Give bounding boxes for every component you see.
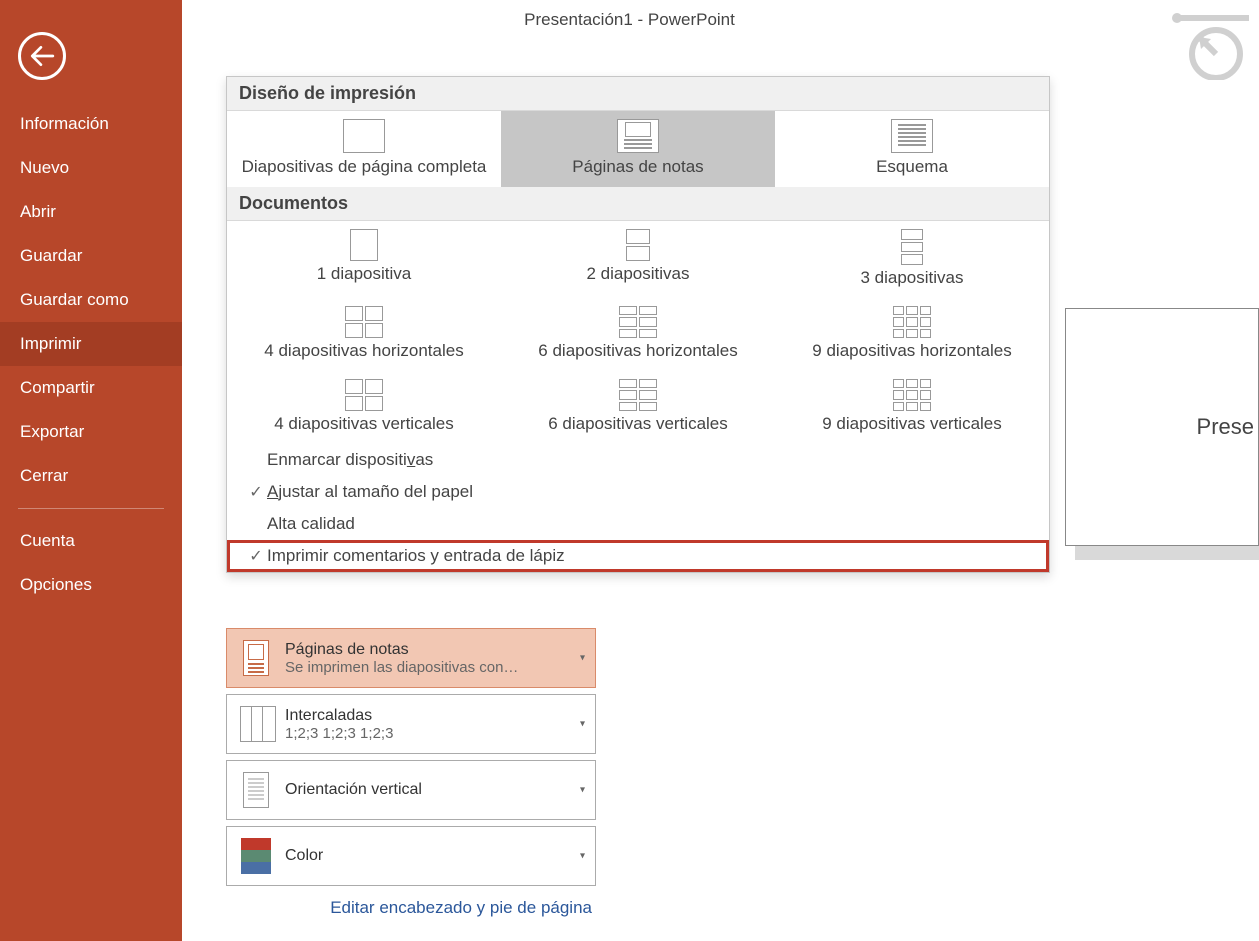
handout-6v-icon <box>619 379 657 411</box>
nav-separator <box>18 508 164 509</box>
check-icon: ✓ <box>245 546 267 566</box>
opt-label: Imprimir comentarios y entrada de lápiz <box>267 546 565 566</box>
layout-outline[interactable]: Esquema <box>775 111 1049 187</box>
setting-color-dropdown[interactable]: Color ▾ <box>226 826 596 886</box>
print-preview-page: Prese <box>1065 308 1259 546</box>
layout-notes-pages[interactable]: Páginas de notas <box>501 111 775 187</box>
nav-exportar[interactable]: Exportar <box>0 410 182 454</box>
section-handouts: Documentos <box>227 187 1049 221</box>
handout-6v[interactable]: 6 diapositivas verticales <box>501 371 775 444</box>
opt-frame-slides[interactable]: Enmarcar dispositivas <box>227 444 1049 476</box>
setting-title: Color <box>285 847 585 865</box>
nav-compartir[interactable]: Compartir <box>0 366 182 410</box>
nav-opciones[interactable]: Opciones <box>0 563 182 607</box>
handout-4h[interactable]: 4 diapositivas horizontales <box>227 298 501 371</box>
handout-label: 1 diapositiva <box>227 264 501 284</box>
nav-abrir[interactable]: Abrir <box>0 190 182 234</box>
back-button[interactable] <box>18 32 66 80</box>
chevron-down-icon: ▾ <box>580 785 585 796</box>
backstage-sidebar: Información Nuevo Abrir Guardar Guardar … <box>0 0 182 941</box>
layout-label: Páginas de notas <box>501 157 775 177</box>
nav-nuevo[interactable]: Nuevo <box>0 146 182 190</box>
app-title: Presentación1 - PowerPoint <box>0 10 1259 30</box>
handout-4v[interactable]: 4 diapositivas verticales <box>227 371 501 444</box>
handout-2-icon <box>626 229 650 261</box>
handout-3-icon <box>901 229 923 265</box>
chevron-down-icon: ▾ <box>580 653 585 664</box>
outline-icon <box>891 119 933 153</box>
print-settings-column: Páginas de notasSe imprimen las diaposit… <box>226 628 596 918</box>
handout-9h[interactable]: 9 diapositivas horizontales <box>775 298 1049 371</box>
help-pointer-icon <box>1171 6 1251 80</box>
chevron-down-icon: ▾ <box>580 851 585 862</box>
layout-label: Esquema <box>775 157 1049 177</box>
handout-1-icon <box>350 229 378 261</box>
opt-high-quality[interactable]: Alta calidad <box>227 508 1049 540</box>
nav-informacion[interactable]: Información <box>0 102 182 146</box>
opt-print-comments-ink[interactable]: ✓ Imprimir comentarios y entrada de lápi… <box>227 540 1049 572</box>
notes-page-icon <box>243 640 269 676</box>
handout-label: 6 diapositivas horizontales <box>501 341 775 361</box>
handout-label: 3 diapositivas <box>775 268 1049 288</box>
check-icon: ✓ <box>245 482 267 502</box>
section-print-layout: Diseño de impresión <box>227 77 1049 111</box>
handout-label: 9 diapositivas verticales <box>775 414 1049 434</box>
nav-imprimir[interactable]: Imprimir <box>0 322 182 366</box>
nav-cerrar[interactable]: Cerrar <box>0 454 182 498</box>
edit-header-footer-link[interactable]: Editar encabezado y pie de página <box>330 898 592 917</box>
setting-title: Orientación vertical <box>285 781 585 799</box>
handout-label: 4 diapositivas horizontales <box>227 341 501 361</box>
layout-full-page[interactable]: Diapositivas de página completa <box>227 111 501 187</box>
nav-cuenta[interactable]: Cuenta <box>0 519 182 563</box>
setting-orientation-dropdown[interactable]: Orientación vertical ▾ <box>226 760 596 820</box>
nav-guardar[interactable]: Guardar <box>0 234 182 278</box>
handout-label: 6 diapositivas verticales <box>501 414 775 434</box>
notes-page-icon <box>617 119 659 153</box>
opt-label: Enmarcar dispositivas <box>267 450 433 470</box>
collate-icon <box>240 706 273 742</box>
opt-scale-to-fit[interactable]: ✓ Ajustar al tamaño del papel <box>227 476 1049 508</box>
setting-subtitle: 1;2;3 1;2;3 1;2;3 <box>285 725 585 742</box>
setting-subtitle: Se imprimen las diapositivas con… <box>285 659 585 676</box>
preview-text: Prese <box>1197 414 1254 440</box>
handout-label: 4 diapositivas verticales <box>227 414 501 434</box>
handout-4h-icon <box>345 306 383 338</box>
setting-layout-dropdown[interactable]: Páginas de notasSe imprimen las diaposit… <box>226 628 596 688</box>
handout-label: 9 diapositivas horizontales <box>775 341 1049 361</box>
handout-label: 2 diapositivas <box>501 264 775 284</box>
setting-collate-dropdown[interactable]: Intercaladas1;2;3 1;2;3 1;2;3 ▾ <box>226 694 596 754</box>
portrait-icon <box>243 772 269 808</box>
handout-6h-icon <box>619 306 657 338</box>
setting-title: Intercaladas <box>285 707 585 725</box>
handout-3[interactable]: 3 diapositivas <box>775 221 1049 298</box>
handout-9v-icon <box>893 379 931 411</box>
arrow-left-icon <box>29 43 55 69</box>
full-page-icon <box>343 119 385 153</box>
handout-9v[interactable]: 9 diapositivas verticales <box>775 371 1049 444</box>
opt-label: Alta calidad <box>267 514 355 534</box>
handout-9h-icon <box>893 306 931 338</box>
chevron-down-icon: ▾ <box>580 719 585 730</box>
layout-label: Diapositivas de página completa <box>227 157 501 177</box>
opt-label: Ajustar al tamaño del papel <box>267 482 473 502</box>
handout-6h[interactable]: 6 diapositivas horizontales <box>501 298 775 371</box>
setting-title: Páginas de notas <box>285 641 585 659</box>
nav-guardar-como[interactable]: Guardar como <box>0 278 182 322</box>
handout-4v-icon <box>345 379 383 411</box>
print-layout-dropdown: Diseño de impresión Diapositivas de pági… <box>226 76 1050 573</box>
handout-2[interactable]: 2 diapositivas <box>501 221 775 298</box>
handout-1[interactable]: 1 diapositiva <box>227 221 501 298</box>
color-swatch-icon <box>241 838 271 874</box>
